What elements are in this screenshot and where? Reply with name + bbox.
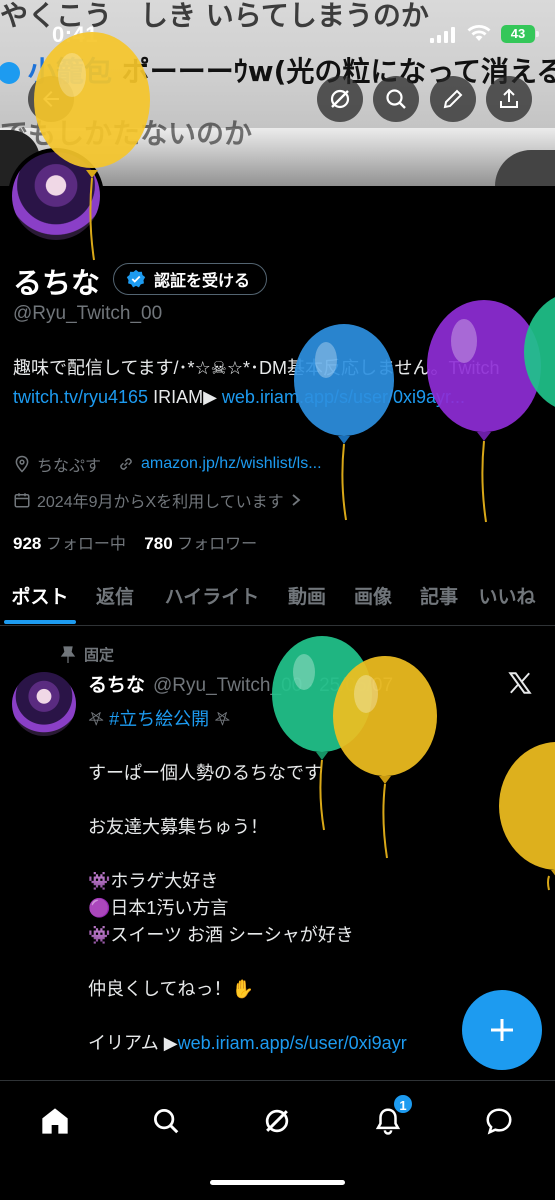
- profile-tabs: ポスト 返信 ハイライト 動画 画像 記事 いいね: [0, 572, 555, 626]
- search-button[interactable]: [373, 76, 419, 122]
- bio-text-2: ☆*･DM基本反応しません。Twitch: [226, 358, 500, 378]
- tweet-line-7: イリアム ▶web.iriam.app/s/user/0xi9ayr: [88, 1030, 508, 1057]
- nav-grok[interactable]: [257, 1101, 297, 1141]
- tweet-author-name[interactable]: るちな: [88, 675, 145, 696]
- calendar-icon: [14, 493, 30, 508]
- share-icon: [500, 88, 518, 108]
- tweet-line-7-prefix: イリアム ▶: [88, 1033, 178, 1053]
- tweet-iriam-link[interactable]: web.iriam.app/s/user/0xi9ayr: [178, 1033, 407, 1053]
- pencil-icon: [443, 89, 463, 109]
- profile-name: るちな: [13, 268, 101, 300]
- tweet-line-3: 👾ホラゲ大好き: [88, 871, 219, 891]
- bio-text-3: IRIAM▶: [148, 387, 222, 407]
- pinned-indicator: 固定: [60, 644, 114, 665]
- get-verified-label: 認証を受ける: [154, 273, 251, 290]
- x-logo-icon: [508, 672, 532, 694]
- search-icon: [386, 89, 406, 109]
- tweet-header: るちな @Ryu_Twitch_00 · 25/05/07: [88, 670, 393, 697]
- following-label: フォロー中: [45, 536, 126, 553]
- profile-joined-row[interactable]: 2024年9月からXを利用しています: [13, 488, 302, 512]
- pin-icon: [60, 645, 76, 663]
- plus-icon: [491, 1019, 513, 1041]
- tab-articles[interactable]: 記事: [406, 572, 472, 625]
- chevron-right-icon: [292, 494, 301, 506]
- wifi-icon: [467, 25, 491, 41]
- battery-icon: 43: [501, 25, 539, 43]
- grok-button[interactable]: [317, 76, 363, 122]
- active-tab-indicator: [4, 620, 76, 624]
- back-arrow-icon: [43, 91, 59, 107]
- followers-link[interactable]: 780 フォロワー: [144, 534, 258, 553]
- tweet-line-5: 👾スイーツ お酒 シーシャが好き: [88, 925, 354, 945]
- tweet-author-handle[interactable]: @Ryu_Twitch_00 · 25/05/07: [153, 675, 393, 696]
- nav-home[interactable]: [35, 1101, 75, 1141]
- profile-location: ちなぷす: [37, 458, 102, 475]
- profile-meta-row: ちなぷす amazon.jp/hz/wishlist/ls...: [13, 452, 322, 476]
- grok-icon: [265, 1109, 289, 1133]
- get-verified-button[interactable]: 認証を受ける: [113, 263, 268, 295]
- bio-text-1: 趣味で配信してます/･*☆: [13, 358, 211, 378]
- tweet-line-6: 仲良くしてねっ！✋: [88, 979, 254, 999]
- tweet-body: 𖤐 #立ち絵公開 𖤐 すーぱー個人勢のるちなです お友達大募集ちゅう！ 👾ホラゲ…: [88, 706, 508, 1057]
- followers-label: フォロワー: [177, 536, 258, 553]
- tab-videos[interactable]: 動画: [274, 572, 340, 625]
- tab-highlights[interactable]: ハイライト: [150, 572, 274, 625]
- tweet-line-2: お友達大募集ちゅう！: [88, 817, 268, 837]
- profile-avatar[interactable]: [8, 148, 104, 244]
- message-icon: [486, 1108, 512, 1135]
- tweet-line-1: すーぱー個人勢のるちなです: [88, 763, 322, 783]
- back-button[interactable]: [28, 76, 74, 122]
- tab-images[interactable]: 画像: [340, 572, 406, 625]
- tweet-avatar[interactable]: [12, 672, 76, 736]
- tab-posts[interactable]: ポスト: [0, 572, 80, 625]
- bio-iriam-link[interactable]: web.iriam.app/s/user/0xi9ayr...: [222, 387, 465, 407]
- follow-stats: 928 フォロー中 780 フォロワー: [13, 530, 257, 554]
- search-icon: [154, 1109, 179, 1134]
- status-bar: 0:41 43: [0, 0, 555, 70]
- verified-badge-icon: [126, 269, 146, 288]
- profile-handle: @Ryu_Twitch_00: [13, 303, 163, 324]
- pinned-label: 固定: [84, 647, 115, 664]
- edit-button[interactable]: [430, 76, 476, 122]
- tab-likes[interactable]: いいね: [472, 572, 542, 625]
- grok-icon: [330, 89, 350, 109]
- balloon-blue: [294, 324, 394, 521]
- followers-count: 780: [144, 534, 173, 553]
- home-indicator: [210, 1180, 345, 1185]
- following-link[interactable]: 928 フォロー中: [13, 534, 126, 553]
- signal-icon: [430, 27, 455, 43]
- nav-messages[interactable]: [479, 1101, 519, 1141]
- following-count: 928: [13, 534, 42, 553]
- nav-notifications[interactable]: 1: [368, 1093, 414, 1141]
- share-button[interactable]: [486, 76, 532, 122]
- notification-badge: 1: [392, 1093, 414, 1115]
- home-icon: [42, 1108, 68, 1134]
- tweet-hashtag[interactable]: #立ち絵公開: [109, 709, 209, 729]
- profile-bio: 趣味で配信してます/･*☆☠☆*･DM基本反応しません。Twitch twitc…: [13, 354, 543, 412]
- tweet-line-4: 🟣日本1汚い方言: [88, 898, 229, 918]
- tweet-hashtag-line: 𖤐 #立ち絵公開 𖤐: [88, 709, 231, 729]
- bio-skull: ☠: [210, 358, 227, 378]
- profile-joined: 2024年9月からXを利用しています: [37, 494, 284, 511]
- location-icon: [15, 455, 29, 473]
- bio-twitch-link[interactable]: twitch.tv/ryu4165: [13, 387, 148, 407]
- link-icon: [120, 458, 132, 470]
- nav-search[interactable]: [146, 1101, 186, 1141]
- status-time: 0:41: [52, 22, 99, 47]
- compose-post-button[interactable]: [462, 990, 542, 1070]
- profile-wishlist-link[interactable]: amazon.jp/hz/wishlist/ls...: [141, 455, 322, 473]
- tab-replies[interactable]: 返信: [80, 572, 150, 625]
